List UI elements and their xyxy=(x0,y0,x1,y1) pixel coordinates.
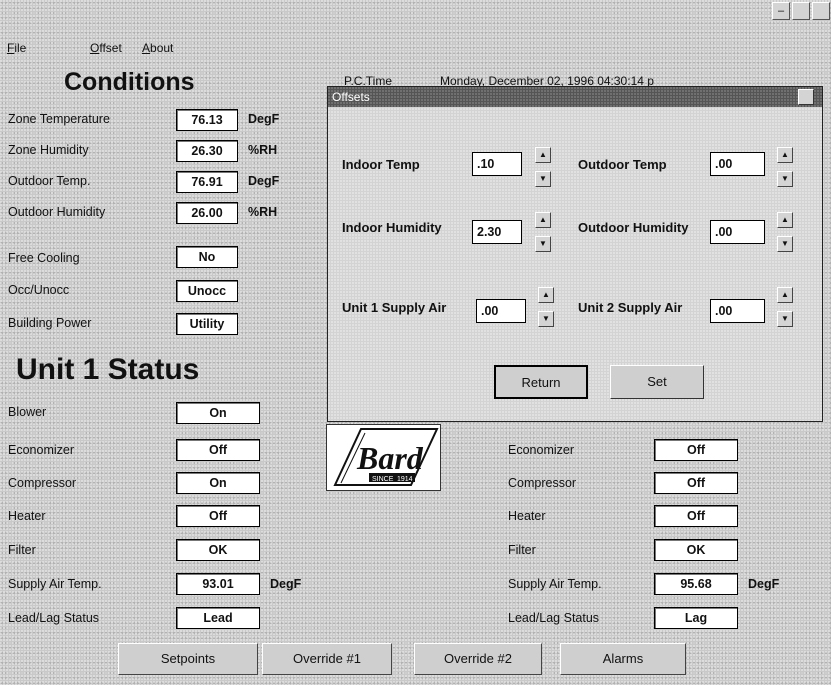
restore-button[interactable] xyxy=(792,2,810,20)
condition-label: Free Cooling xyxy=(8,251,80,265)
unit2-value: Lag xyxy=(654,607,738,629)
logo-brand: Bard xyxy=(356,440,424,476)
condition-value: Utility xyxy=(176,313,238,335)
override2-button[interactable]: Override #2 xyxy=(414,643,542,675)
offsets-dialog-titlebar: Offsets xyxy=(328,87,822,107)
condition-value: 76.91 xyxy=(176,171,238,193)
outdoor-humidity-label: Outdoor Humidity xyxy=(578,220,689,235)
menu-offset[interactable]: Offset xyxy=(90,41,122,55)
unit2-value: Off xyxy=(654,505,738,527)
unit1-status-title: Unit 1 Status xyxy=(16,353,200,386)
outdoor-humidity-down-button[interactable]: ▼ xyxy=(777,236,793,252)
unit2-label: Compressor xyxy=(508,476,577,490)
unit1-label: Supply Air Temp. xyxy=(8,577,102,591)
unit2-value: OK xyxy=(654,539,738,561)
setpoints-button[interactable]: Setpoints xyxy=(118,643,258,675)
unit2-supply-air-label: Unit 2 Supply Air xyxy=(578,300,683,315)
unit2-label: Supply Air Temp. xyxy=(508,577,602,591)
unit1-unit: DegF xyxy=(270,577,302,591)
unit1-value: Off xyxy=(176,505,260,527)
set-button[interactable]: Set xyxy=(610,365,704,399)
unit1-value: On xyxy=(176,472,260,494)
condition-value: Unocc xyxy=(176,280,238,302)
unit1-label: Blower xyxy=(8,405,47,419)
unit1-value: OK xyxy=(176,539,260,561)
condition-unit: %RH xyxy=(248,205,278,219)
unit1-supply-air-down-button[interactable]: ▼ xyxy=(538,311,554,327)
unit2-value: Off xyxy=(654,472,738,494)
indoor-temp-label: Indoor Temp xyxy=(342,157,420,172)
minimize-button[interactable]: – xyxy=(772,2,790,20)
condition-label: Outdoor Temp. xyxy=(8,174,91,188)
unit1-label: Filter xyxy=(8,543,36,557)
unit2-label: Economizer xyxy=(508,443,574,457)
unit2-label: Filter xyxy=(508,543,536,557)
unit1-label: Compressor xyxy=(8,476,77,490)
unit2-label: Heater xyxy=(508,509,546,523)
unit2-supply-air-input[interactable]: .00 xyxy=(710,299,765,323)
unit1-value: 93.01 xyxy=(176,573,260,595)
outdoor-temp-down-button[interactable]: ▼ xyxy=(777,171,793,187)
unit1-supply-air-label: Unit 1 Supply Air xyxy=(342,300,447,315)
unit2-unit: DegF xyxy=(748,577,780,591)
condition-label: Occ/Unocc xyxy=(8,283,70,297)
outdoor-humidity-up-button[interactable]: ▲ xyxy=(777,212,793,228)
condition-value: 76.13 xyxy=(176,109,238,131)
condition-unit: DegF xyxy=(248,174,280,188)
unit2-value: 95.68 xyxy=(654,573,738,595)
unit2-label: Lead/Lag Status xyxy=(508,611,600,625)
unit1-label: Heater xyxy=(8,509,46,523)
unit1-supply-air-input[interactable]: .00 xyxy=(476,299,526,323)
offsets-dialog-title: Offsets xyxy=(332,90,370,104)
condition-value: 26.00 xyxy=(176,202,238,224)
indoor-humidity-down-button[interactable]: ▼ xyxy=(535,236,551,252)
unit2-value: Off xyxy=(654,439,738,461)
unit1-label: Economizer xyxy=(8,443,74,457)
unit1-value: Lead xyxy=(176,607,260,629)
override1-button[interactable]: Override #1 xyxy=(262,643,392,675)
indoor-humidity-label: Indoor Humidity xyxy=(342,220,442,235)
outdoor-humidity-input[interactable]: .00 xyxy=(710,220,765,244)
unit2-supply-air-down-button[interactable]: ▼ xyxy=(777,311,793,327)
indoor-humidity-input[interactable]: 2.30 xyxy=(472,220,522,244)
outdoor-temp-input[interactable]: .00 xyxy=(710,152,765,176)
condition-label: Zone Temperature xyxy=(8,112,110,126)
menu-bar: File Offset About xyxy=(0,38,831,60)
unit2-supply-air-up-button[interactable]: ▲ xyxy=(777,287,793,303)
alarms-button[interactable]: Alarms xyxy=(560,643,686,675)
condition-value: 26.30 xyxy=(176,140,238,162)
unit1-value: On xyxy=(176,402,260,424)
offsets-dialog: Offsets Indoor Temp .10 ▲ ▼ Outdoor Temp… xyxy=(327,86,823,422)
bard-logo-graphic: Bard SINCE 1914 xyxy=(327,425,440,490)
indoor-temp-down-button[interactable]: ▼ xyxy=(535,171,551,187)
unit1-supply-air-up-button[interactable]: ▲ xyxy=(538,287,554,303)
window-controls: – xyxy=(770,0,831,22)
bard-logo: Bard SINCE 1914 xyxy=(326,424,441,491)
unit1-value: Off xyxy=(176,439,260,461)
condition-label: Zone Humidity xyxy=(8,143,89,157)
condition-label: Outdoor Humidity xyxy=(8,205,106,219)
outdoor-temp-label: Outdoor Temp xyxy=(578,157,667,172)
unit1-label: Lead/Lag Status xyxy=(8,611,100,625)
condition-value: No xyxy=(176,246,238,268)
menu-file[interactable]: File xyxy=(7,41,26,55)
close-button[interactable] xyxy=(812,2,830,20)
indoor-temp-up-button[interactable]: ▲ xyxy=(535,147,551,163)
outdoor-temp-up-button[interactable]: ▲ xyxy=(777,147,793,163)
logo-since: SINCE xyxy=(372,476,394,483)
indoor-humidity-up-button[interactable]: ▲ xyxy=(535,212,551,228)
dialog-close-button[interactable] xyxy=(798,89,814,105)
conditions-title: Conditions xyxy=(64,68,195,96)
condition-label: Building Power xyxy=(8,316,92,330)
condition-unit: %RH xyxy=(248,143,278,157)
logo-year: 1914 xyxy=(397,476,413,483)
menu-about[interactable]: About xyxy=(142,41,173,55)
return-button[interactable]: Return xyxy=(494,365,588,399)
indoor-temp-input[interactable]: .10 xyxy=(472,152,522,176)
condition-unit: DegF xyxy=(248,112,280,126)
